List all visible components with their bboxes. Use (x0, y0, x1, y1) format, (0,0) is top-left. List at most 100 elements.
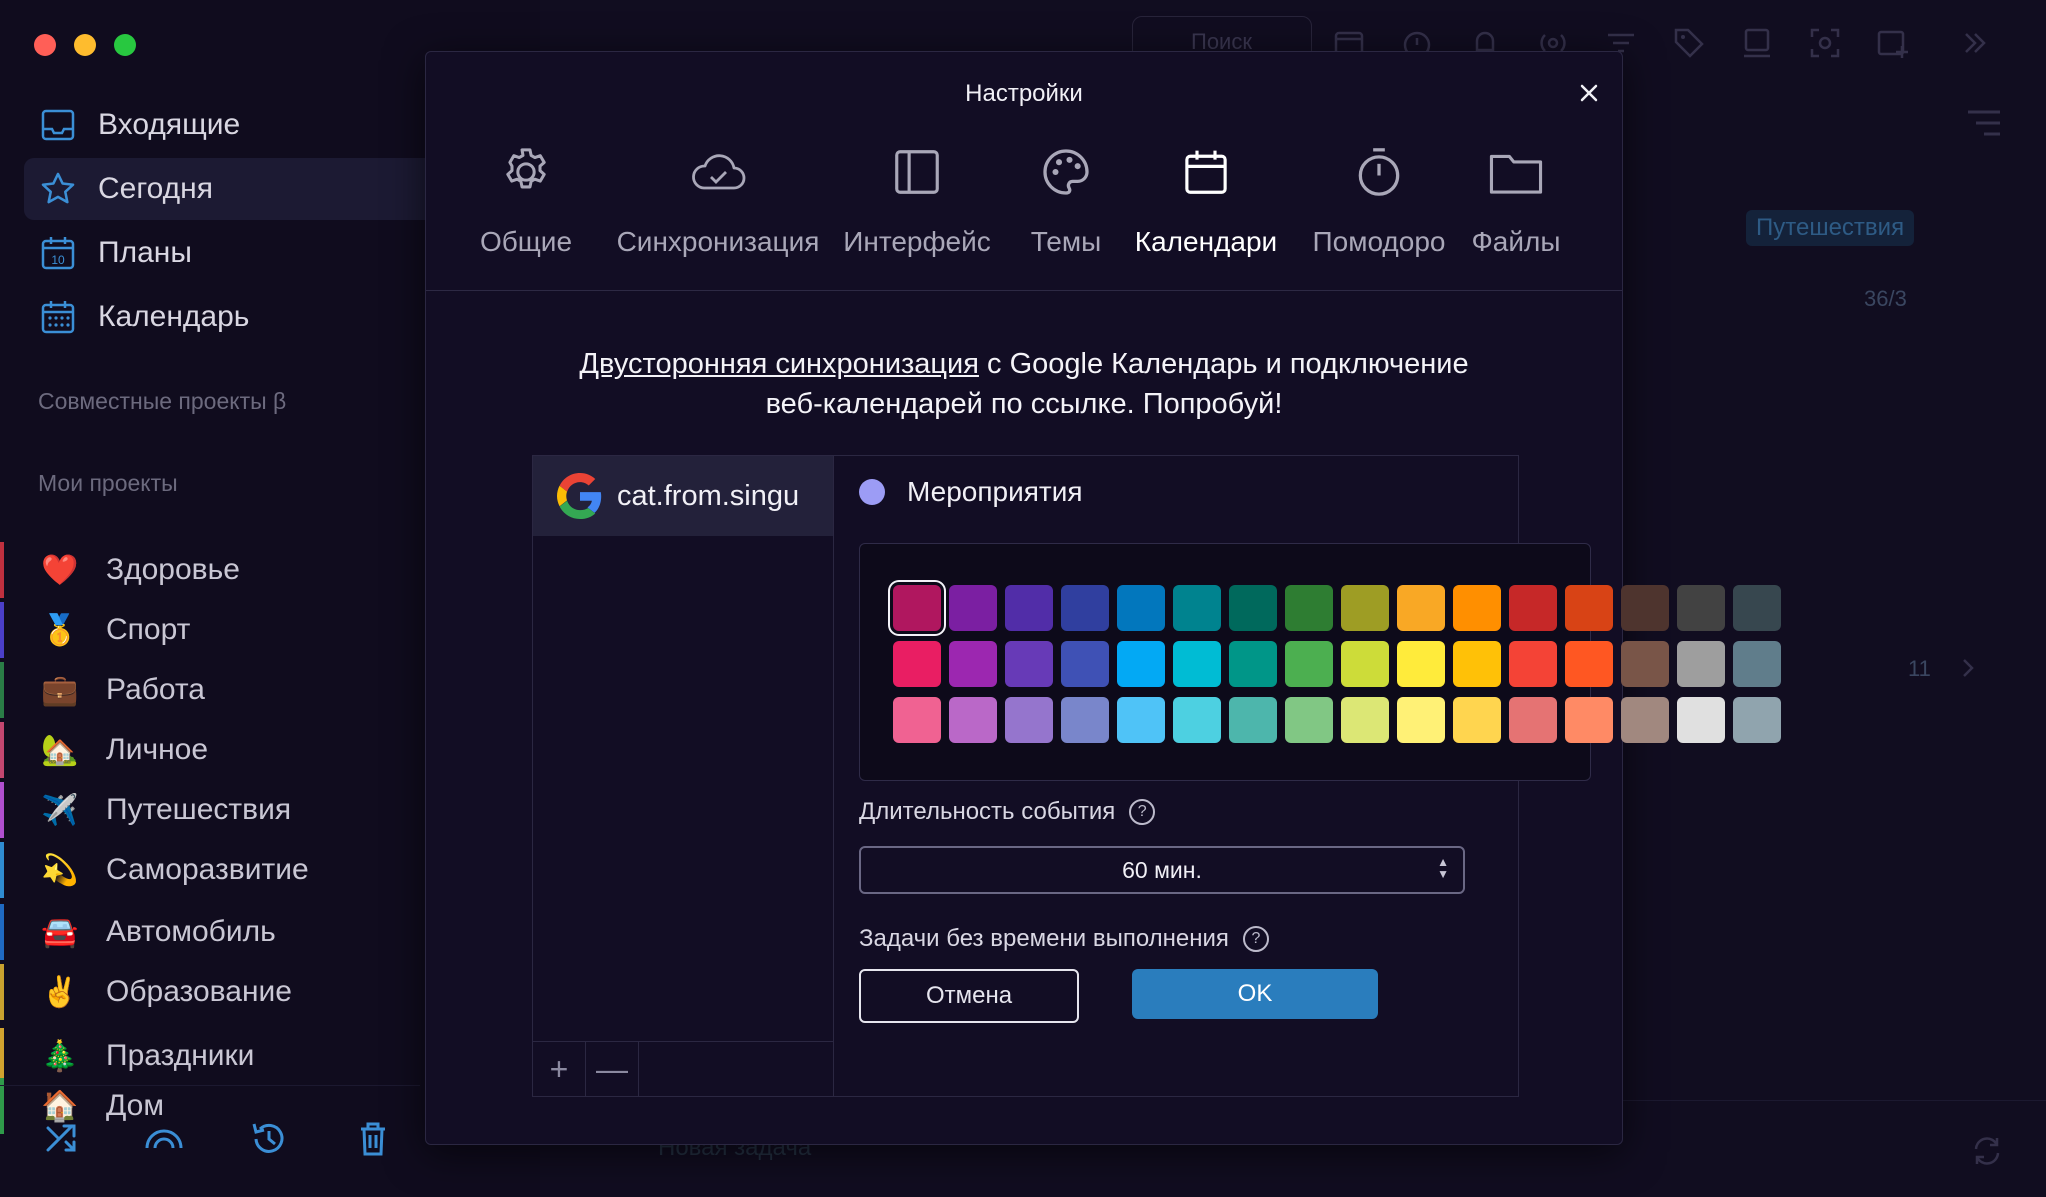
nav-calendar[interactable]: Календарь (24, 286, 444, 348)
toolbar-focus-icon[interactable] (1808, 26, 1842, 60)
color-swatch[interactable] (1565, 585, 1613, 631)
tab-general[interactable]: Общие (466, 140, 586, 258)
color-swatch[interactable] (1061, 697, 1109, 743)
color-swatch[interactable] (1005, 585, 1053, 631)
shared-projects-heading[interactable]: Совместные проекты β (38, 388, 286, 415)
project-item[interactable]: 🏡 Личное (0, 722, 440, 778)
color-swatch[interactable] (1453, 585, 1501, 631)
color-swatch[interactable] (1341, 697, 1389, 743)
duration-help-icon[interactable]: ? (1129, 799, 1156, 825)
toolbar-add-window-icon[interactable] (1876, 26, 1910, 60)
maximize-window-button[interactable] (114, 34, 136, 56)
history-icon[interactable] (248, 1118, 290, 1160)
color-swatch[interactable] (1509, 585, 1557, 631)
color-swatch[interactable] (1621, 585, 1669, 631)
color-swatch[interactable] (1061, 641, 1109, 687)
tab-pomodoro[interactable]: Помодоро (1304, 140, 1454, 258)
project-item[interactable]: 💼 Работа (0, 662, 440, 718)
color-swatch[interactable] (1509, 641, 1557, 687)
rainbow-icon[interactable] (143, 1118, 185, 1160)
sync-icon[interactable] (1970, 1134, 2004, 1168)
ok-button[interactable]: OK (1132, 969, 1378, 1019)
project-emoji-icon: ✈️ (41, 793, 79, 827)
color-swatch[interactable] (1565, 697, 1613, 743)
color-swatch[interactable] (1285, 697, 1333, 743)
color-swatch[interactable] (1285, 585, 1333, 631)
color-swatch[interactable] (1565, 641, 1613, 687)
tab-files[interactable]: Файлы (1466, 140, 1566, 258)
promo-link[interactable]: Двусторонняя синхронизация (579, 348, 979, 380)
nav-plans[interactable]: 10 Планы (24, 222, 444, 284)
toolbar-tag-icon[interactable] (1672, 26, 1706, 60)
project-item[interactable]: ❤️ Здоровье (0, 542, 440, 598)
color-swatch[interactable] (1173, 697, 1221, 743)
color-swatch[interactable] (1229, 585, 1277, 631)
color-swatch[interactable] (1229, 641, 1277, 687)
color-swatch[interactable] (893, 641, 941, 687)
color-swatch[interactable] (893, 585, 941, 631)
shuffle-icon[interactable] (42, 1118, 84, 1160)
project-item[interactable]: 🚘 Автомобиль (0, 904, 440, 960)
tab-interface[interactable]: Интерфейс (842, 140, 992, 258)
color-swatch[interactable] (1117, 697, 1165, 743)
close-icon[interactable] (1574, 78, 1604, 108)
color-swatch[interactable] (949, 641, 997, 687)
next-page-icon[interactable] (1958, 656, 1978, 680)
color-swatch[interactable] (949, 585, 997, 631)
color-swatch[interactable] (1341, 641, 1389, 687)
remove-account-button[interactable]: — (586, 1042, 639, 1096)
list-sort-icon[interactable] (1964, 108, 2004, 138)
add-account-button[interactable]: + (533, 1042, 586, 1096)
tab-calendars[interactable]: Календари (1126, 140, 1286, 258)
calendar-color-dot[interactable] (859, 479, 885, 505)
tag-travel-badge[interactable]: Путешествия (1746, 210, 1915, 246)
color-swatch[interactable] (1397, 585, 1445, 631)
nav-inbox[interactable]: Входящие (24, 94, 444, 156)
color-swatch[interactable] (1453, 641, 1501, 687)
event-duration-select[interactable]: 60 мин. ▲ ▼ (859, 846, 1465, 894)
color-swatch[interactable] (1677, 641, 1725, 687)
color-swatch[interactable] (1733, 697, 1781, 743)
color-swatch[interactable] (1173, 585, 1221, 631)
project-item[interactable]: 💫 Саморазвитие (0, 842, 440, 898)
cancel-button[interactable]: Отмена (859, 969, 1079, 1023)
nav-today[interactable]: Сегодня (24, 158, 444, 220)
tab-sync[interactable]: Синхронизация (598, 140, 838, 258)
color-swatch[interactable] (1005, 697, 1053, 743)
color-swatch[interactable] (1677, 585, 1725, 631)
color-swatch[interactable] (1341, 585, 1389, 631)
no-time-help-icon[interactable]: ? (1242, 926, 1269, 952)
color-swatch[interactable] (1621, 697, 1669, 743)
project-item[interactable]: ✌️ Образование (0, 964, 440, 1020)
close-window-button[interactable] (34, 34, 56, 56)
project-item[interactable]: 🎄 Праздники (0, 1028, 440, 1084)
color-swatch[interactable] (1509, 697, 1557, 743)
color-swatch[interactable] (1397, 641, 1445, 687)
minimize-window-button[interactable] (74, 34, 96, 56)
color-swatch[interactable] (949, 697, 997, 743)
color-swatch[interactable] (1677, 697, 1725, 743)
color-swatch[interactable] (1733, 585, 1781, 631)
color-swatch[interactable] (1229, 697, 1277, 743)
color-swatch[interactable] (1061, 585, 1109, 631)
color-swatch[interactable] (1621, 641, 1669, 687)
color-swatch[interactable] (1397, 697, 1445, 743)
color-swatch[interactable] (1005, 641, 1053, 687)
select-arrows-icon: ▲ ▼ (1437, 855, 1449, 881)
project-item[interactable]: 🥇 Спорт (0, 602, 440, 658)
color-swatch[interactable] (1117, 585, 1165, 631)
trash-icon[interactable] (352, 1118, 394, 1160)
color-swatch[interactable] (893, 697, 941, 743)
account-list: cat.from.singu + — (533, 456, 834, 1096)
project-item[interactable]: ✈️ Путешествия (0, 782, 440, 838)
tab-themes[interactable]: Темы (1016, 140, 1116, 258)
color-swatch[interactable] (1117, 641, 1165, 687)
toolbar-expand-icon[interactable] (1958, 26, 1992, 60)
color-swatch[interactable] (1173, 641, 1221, 687)
calendar-row[interactable]: Мероприятия (859, 476, 1083, 508)
toolbar-board-icon[interactable] (1740, 26, 1774, 60)
account-item[interactable]: cat.from.singu (533, 456, 833, 536)
color-swatch[interactable] (1285, 641, 1333, 687)
color-swatch[interactable] (1733, 641, 1781, 687)
color-swatch[interactable] (1453, 697, 1501, 743)
